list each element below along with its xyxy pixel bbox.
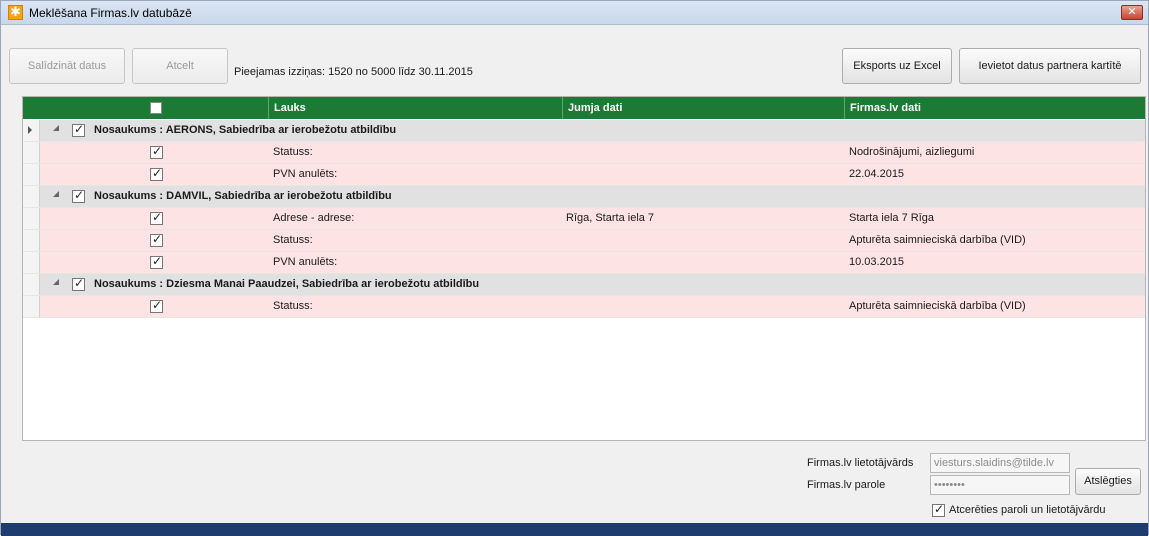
row-selector[interactable] xyxy=(23,252,40,273)
field-cell: Statuss: xyxy=(273,300,313,312)
title-bar: Meklēšana Firmas.lv datubāzē ✕ xyxy=(1,1,1148,25)
remember-checkbox[interactable] xyxy=(932,502,945,517)
taskbar-strip xyxy=(1,523,1148,536)
grid-header: Lauks Jumja dati Firmas.lv dati xyxy=(23,97,1145,119)
field-cell: Statuss: xyxy=(273,234,313,246)
group-title: Nosaukums : Dziesma Manai Paaudzei, Sabi… xyxy=(94,278,480,290)
cancel-button[interactable]: Atcelt xyxy=(132,48,228,84)
field-cell: PVN anulēts: xyxy=(273,256,338,268)
firmas-data-cell: Nodrošinājumi, aizliegumi xyxy=(849,146,975,158)
row-selector[interactable] xyxy=(23,120,40,141)
row-selector[interactable] xyxy=(23,208,40,229)
row-checkbox[interactable] xyxy=(150,298,163,313)
password-field[interactable]: •••••••• xyxy=(930,475,1070,495)
disconnect-button[interactable]: Atslēgties xyxy=(1075,468,1141,495)
row-selector[interactable] xyxy=(23,230,40,251)
row-selector[interactable] xyxy=(23,274,40,295)
row-checkbox[interactable] xyxy=(150,254,163,269)
table-row[interactable]: Statuss: Apturēta saimnieciskā darbība (… xyxy=(23,296,1145,318)
firmas-data-cell: 10.03.2015 xyxy=(849,256,905,268)
group-checkbox[interactable] xyxy=(72,122,85,137)
table-row[interactable]: Statuss: Apturēta saimnieciskā darbība (… xyxy=(23,230,1145,252)
window-title: Meklēšana Firmas.lv datubāzē xyxy=(29,6,192,20)
table-row[interactable]: Adrese - adrese: Rīga, Starta iela 7 Sta… xyxy=(23,208,1145,230)
comparison-grid: Lauks Jumja dati Firmas.lv dati Nosaukum… xyxy=(22,96,1146,441)
row-selector[interactable] xyxy=(23,164,40,185)
remember-label[interactable]: Atcerēties paroli un lietotājvārdu xyxy=(949,504,1106,516)
app-icon xyxy=(8,4,23,20)
column-header-local-data[interactable]: Jumja dati xyxy=(562,97,844,119)
password-label: Firmas.lv parole xyxy=(807,479,886,491)
row-checkbox[interactable] xyxy=(150,210,163,225)
export-excel-button[interactable]: Eksports uz Excel xyxy=(842,48,952,84)
local-data-cell: Rīga, Starta iela 7 xyxy=(566,212,655,224)
username-field[interactable]: viesturs.slaidins@tilde.lv xyxy=(930,453,1070,473)
group-row[interactable]: Nosaukums : AERONS, Sabiedrība ar ierobe… xyxy=(23,120,1145,142)
import-partner-button[interactable]: Ievietot datus partnera kartītē xyxy=(959,48,1141,84)
group-title: Nosaukums : AERONS, Sabiedrība ar ierobe… xyxy=(94,124,397,136)
column-header-field[interactable]: Lauks xyxy=(268,97,562,119)
group-checkbox[interactable] xyxy=(72,276,85,291)
field-cell: Statuss: xyxy=(273,146,313,158)
row-checkbox[interactable] xyxy=(150,166,163,181)
firmas-data-cell: 22.04.2015 xyxy=(849,168,905,180)
available-reports-text: Pieejamas izziņas: 1520 no 5000 līdz 30.… xyxy=(234,66,473,78)
collapse-icon[interactable] xyxy=(53,279,59,285)
firmas-data-cell: Apturēta saimnieciskā darbība (VID) xyxy=(849,300,1026,312)
group-row[interactable]: Nosaukums : DAMVIL, Sabiedrība ar ierobe… xyxy=(23,186,1145,208)
row-selector[interactable] xyxy=(23,186,40,207)
compare-button[interactable]: Salīdzināt datus xyxy=(9,48,125,84)
dialog-window: Meklēšana Firmas.lv datubāzē ✕ Salīdzinā… xyxy=(0,0,1149,536)
group-checkbox[interactable] xyxy=(72,188,85,203)
username-label: Firmas.lv lietotājvārds xyxy=(807,457,914,469)
field-cell: PVN anulēts: xyxy=(273,168,338,180)
group-title: Nosaukums : DAMVIL, Sabiedrība ar ierobe… xyxy=(94,190,392,202)
firmas-data-cell: Starta iela 7 Rīga xyxy=(849,212,934,224)
firmas-data-cell: Apturēta saimnieciskā darbība (VID) xyxy=(849,234,1026,246)
select-all-checkbox[interactable] xyxy=(150,102,162,114)
row-checkbox[interactable] xyxy=(150,232,163,247)
collapse-icon[interactable] xyxy=(53,191,59,197)
close-button[interactable]: ✕ xyxy=(1121,5,1143,20)
collapse-icon[interactable] xyxy=(53,125,59,131)
table-row[interactable]: PVN anulēts: 22.04.2015 xyxy=(23,164,1145,186)
group-row[interactable]: Nosaukums : Dziesma Manai Paaudzei, Sabi… xyxy=(23,274,1145,296)
row-checkbox[interactable] xyxy=(150,144,163,159)
current-row-arrow-icon xyxy=(28,126,32,134)
row-selector[interactable] xyxy=(23,142,40,163)
column-header-firmas-data[interactable]: Firmas.lv dati xyxy=(844,97,1145,119)
table-row[interactable]: Statuss: Nodrošinājumi, aizliegumi xyxy=(23,142,1145,164)
field-cell: Adrese - adrese: xyxy=(273,212,355,224)
table-row[interactable]: PVN anulēts: 10.03.2015 xyxy=(23,252,1145,274)
row-selector[interactable] xyxy=(23,296,40,317)
